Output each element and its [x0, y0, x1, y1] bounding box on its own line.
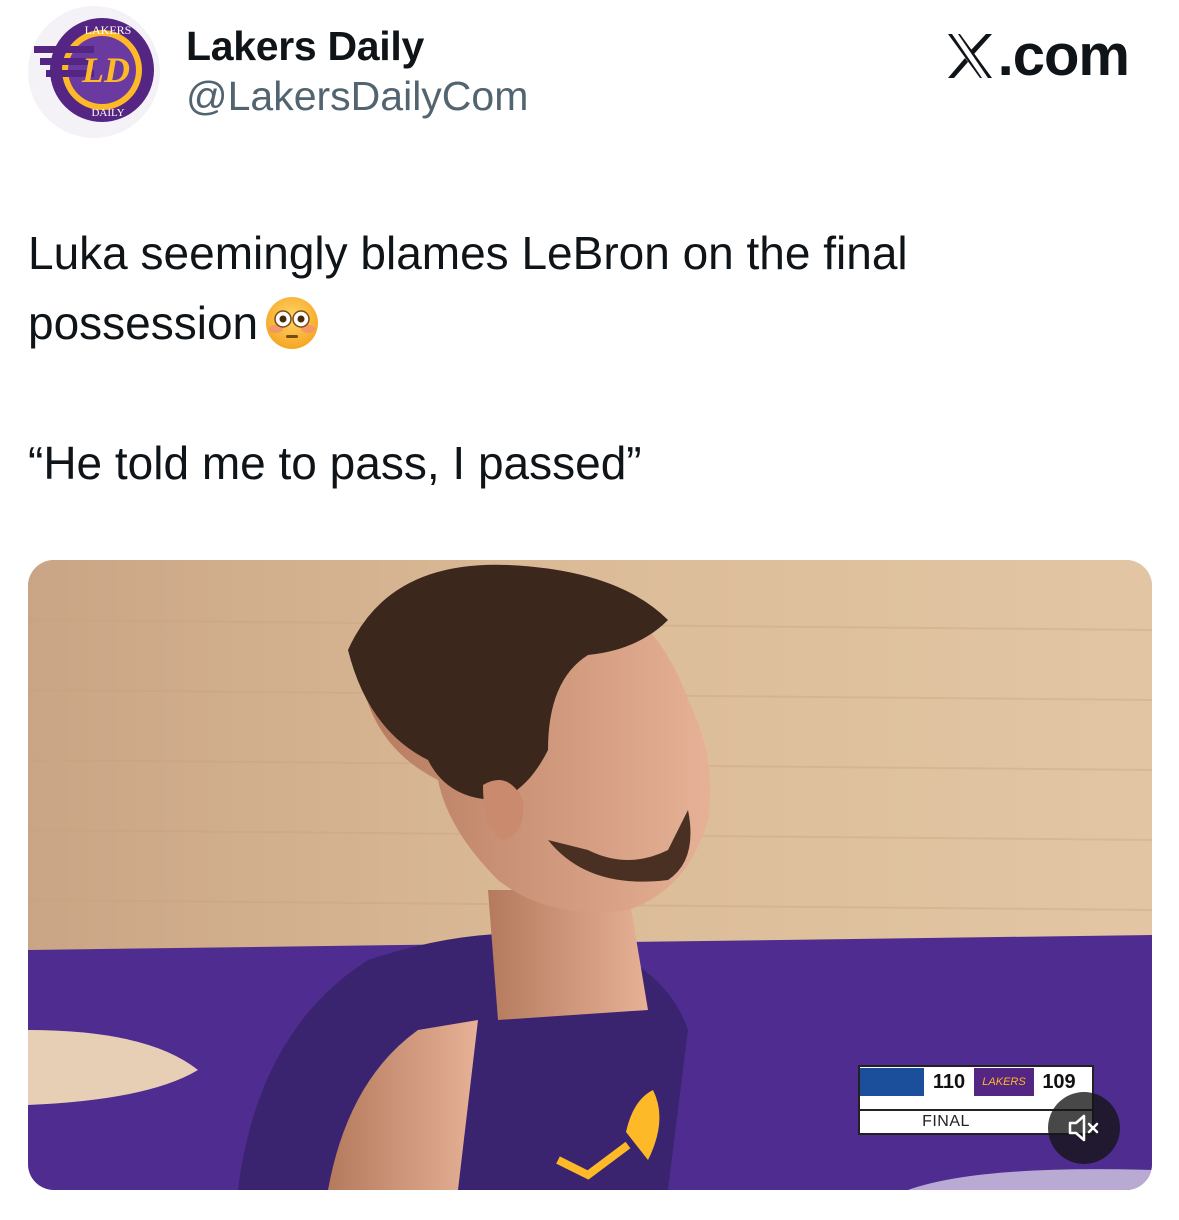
media-video[interactable]: 110 LAKERS 109 FINAL: [28, 560, 1152, 1190]
svg-text:LAKERS: LAKERS: [85, 23, 132, 37]
author-block: Lakers Daily @LakersDailyCom: [186, 22, 528, 122]
tweet-line-2: “He told me to pass, I passed”: [28, 437, 642, 489]
away-team-logo-icon: LAKERS: [974, 1068, 1034, 1096]
tweet-line-1: Luka seemingly blames LeBron on the fina…: [28, 218, 1128, 358]
home-score: 110: [932, 1070, 966, 1093]
away-score: 109: [1042, 1070, 1076, 1093]
game-status: FINAL: [922, 1113, 970, 1130]
tweet-line-1-text: Luka seemingly blames LeBron on the fina…: [28, 227, 908, 349]
mute-button[interactable]: [1048, 1092, 1120, 1164]
author-handle[interactable]: @LakersDailyCom: [186, 70, 528, 122]
home-team-logo-icon: [860, 1068, 924, 1096]
lakers-daily-logo-icon: LD LAKERS DAILY: [28, 6, 160, 138]
volume-muted-icon: [1068, 1114, 1099, 1142]
tweet-text: Luka seemingly blames LeBron on the fina…: [28, 218, 1128, 498]
svg-text:DAILY: DAILY: [91, 107, 124, 119]
x-logo-icon: [947, 34, 992, 78]
flushed-face-icon: [266, 297, 319, 349]
author-name[interactable]: Lakers Daily: [186, 22, 528, 70]
tweet-header: LD LAKERS DAILY Lakers Daily @LakersDail…: [0, 0, 1179, 150]
brand-watermark: .com: [944, 23, 1130, 88]
scorebug-scores: 110 LAKERS 109: [860, 1067, 1092, 1097]
avatar[interactable]: LD LAKERS DAILY: [28, 6, 160, 138]
brand-label: .com: [997, 23, 1130, 88]
svg-text:LD: LD: [81, 50, 130, 90]
